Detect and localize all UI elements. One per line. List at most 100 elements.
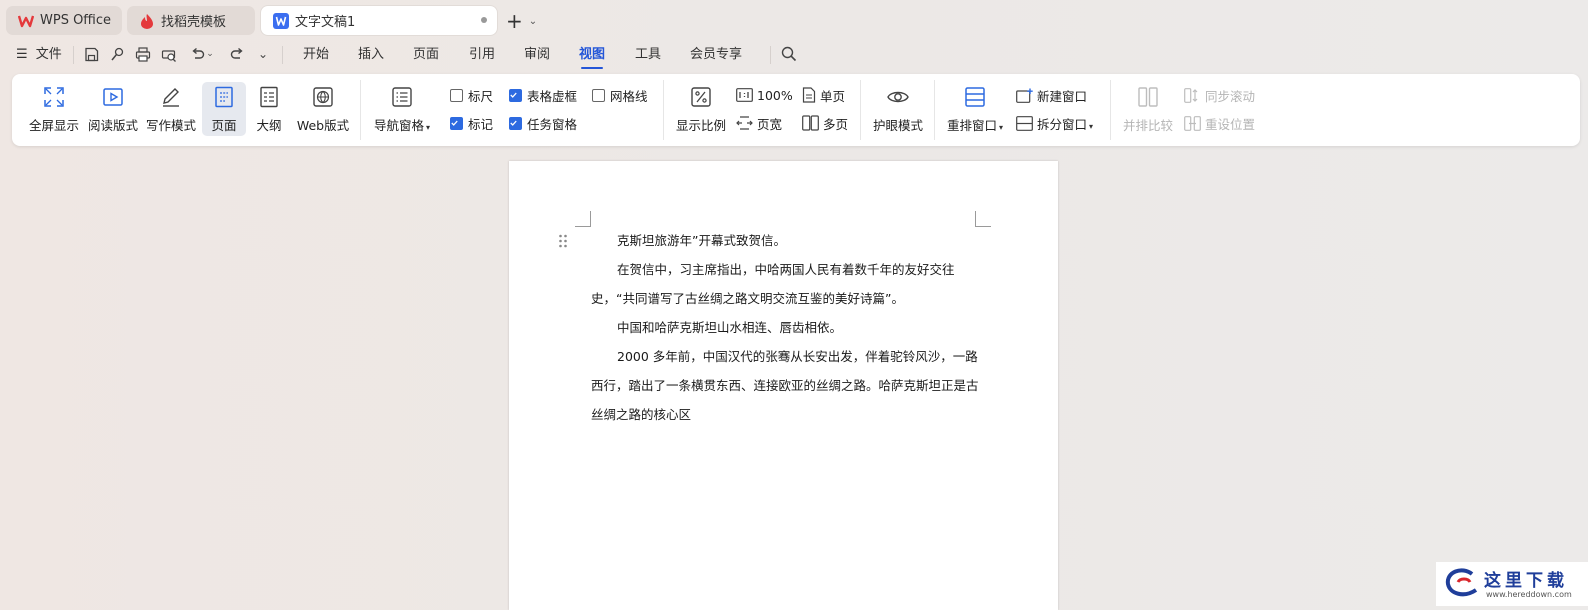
globe-icon — [313, 87, 333, 107]
reading-mode-button[interactable]: 阅读版式 — [86, 82, 140, 136]
zoom-100-button[interactable]: 100% — [736, 84, 793, 106]
ruler-label: 标尺 — [468, 88, 494, 104]
side-by-side-label: 并排比较 — [1122, 118, 1173, 133]
nav-pane-icon — [392, 87, 412, 107]
reset-position-label: 重设位置 — [1205, 116, 1256, 132]
task-pane-checkbox[interactable]: 任务窗格 — [509, 112, 577, 134]
multi-page-label: 多页 — [823, 116, 849, 132]
watermark-logo-icon — [1445, 568, 1478, 597]
split-window-label: 拆分窗口 ▾ — [1037, 116, 1094, 132]
file-menu[interactable]: ☰ 文件 — [16, 46, 62, 64]
menu-item-page[interactable]: 页面 — [413, 46, 439, 64]
redo-icon[interactable] — [228, 45, 246, 63]
save-icon[interactable] — [82, 45, 100, 63]
paragraph[interactable]: 克斯坦旅游年”开幕式致贺信。 — [591, 226, 981, 255]
reading-mode-icon — [103, 88, 123, 106]
divider — [360, 80, 361, 140]
wps-logo-icon — [18, 13, 34, 29]
marks-checkbox[interactable]: 标记 — [450, 112, 493, 134]
sync-scroll-button[interactable]: 同步滚动 — [1184, 84, 1255, 106]
divider — [770, 46, 771, 64]
paragraph[interactable]: 中国和哈萨克斯坦山水相连、唇齿相依。 — [591, 313, 981, 342]
tab-label: WPS Office — [40, 13, 112, 28]
chevron-down-icon[interactable]: ⌄ — [529, 16, 537, 27]
tab-label: 文字文稿1 — [295, 15, 356, 30]
reset-position-icon — [1184, 115, 1201, 131]
fullscreen-icon — [44, 87, 64, 107]
hamburger-icon: ☰ — [16, 47, 28, 62]
menu-item-tools[interactable]: 工具 — [635, 46, 661, 64]
tab-label: 找稻壳模板 — [161, 15, 227, 30]
arrange-windows-button[interactable]: 重排窗口 ▾ — [944, 82, 1006, 136]
writing-mode-button[interactable]: 写作模式 — [144, 82, 198, 136]
zoom-label: 显示比例 — [675, 118, 726, 133]
web-layout-label: Web版式 — [296, 118, 350, 133]
split-window-button[interactable]: 拆分窗口 ▾ — [1016, 112, 1093, 134]
site-watermark: 这里下载 www.hereddown.com — [1436, 562, 1588, 606]
tab-wps-office[interactable]: WPS Office — [6, 6, 122, 35]
fullscreen-button[interactable]: 全屏显示 — [26, 82, 82, 136]
format-painter-icon[interactable] — [108, 45, 126, 63]
paragraph[interactable]: 在贺信中，习主席指出，中哈两国人民有着数千年的友好交往史，“共同谱写了古丝绸之路… — [591, 255, 981, 313]
watermark-text: 这里下载 — [1484, 571, 1568, 591]
new-window-button[interactable]: 新建窗口 — [1016, 84, 1087, 106]
checkbox-checked-icon — [509, 88, 522, 102]
margin-corner-mark — [575, 211, 591, 227]
plus-icon: + — [506, 9, 523, 33]
outline-icon — [260, 86, 278, 108]
docer-icon — [139, 13, 155, 29]
table-grid-checkbox[interactable]: 表格虚框 — [509, 84, 577, 106]
page-width-icon — [736, 116, 753, 130]
unsaved-dot-icon[interactable] — [481, 17, 487, 23]
search-icon[interactable] — [780, 45, 798, 63]
watermark-url: www.hereddown.com — [1486, 590, 1572, 599]
new-window-label: 新建窗口 — [1037, 88, 1088, 104]
web-layout-button[interactable]: Web版式 — [294, 82, 352, 136]
reading-mode-label: 阅读版式 — [87, 118, 138, 133]
paragraph[interactable]: 2000 多年前，中国汉代的张骞从长安出发，伴着驼铃风沙，一路西行，踏出了一条横… — [591, 342, 981, 429]
side-by-side-button[interactable]: 并排比较 — [1120, 82, 1176, 136]
eye-care-label: 护眼模式 — [872, 118, 923, 133]
nav-pane-button[interactable]: 导航窗格 ▾ — [370, 82, 434, 136]
table-grid-label: 表格虚框 — [527, 88, 578, 104]
eye-care-button[interactable]: 护眼模式 — [870, 82, 926, 136]
menu-item-view[interactable]: 视图 — [579, 46, 605, 69]
document-page[interactable]: 克斯坦旅游年”开幕式致贺信。 在贺信中，习主席指出，中哈两国人民有着数千年的友好… — [509, 161, 1058, 610]
divider — [860, 80, 861, 140]
marks-label: 标记 — [468, 116, 494, 132]
menu-item-start[interactable]: 开始 — [303, 46, 329, 64]
checkbox-checked-icon — [509, 116, 522, 130]
menu-item-references[interactable]: 引用 — [469, 46, 495, 64]
menu-item-insert[interactable]: 插入 — [358, 46, 384, 64]
ruler-checkbox[interactable]: 标尺 — [450, 84, 493, 106]
page-width-button[interactable]: 页宽 — [736, 112, 782, 134]
new-tab-button[interactable]: + ⌄ — [506, 9, 546, 33]
menu-item-membership[interactable]: 会员专享 — [690, 46, 742, 64]
page-width-label: 页宽 — [757, 116, 783, 132]
single-page-button[interactable]: 单页 — [802, 84, 845, 106]
sync-scroll-label: 同步滚动 — [1205, 88, 1256, 104]
more-chevron-icon[interactable]: ⌄ — [254, 45, 272, 63]
gridlines-checkbox[interactable]: 网格线 — [592, 84, 648, 106]
page-view-button[interactable]: 页面 — [202, 82, 246, 136]
pen-icon — [163, 88, 179, 107]
divider — [282, 46, 283, 64]
menu-item-review[interactable]: 审阅 — [524, 46, 550, 64]
zoom-button[interactable]: 显示比例 — [672, 82, 730, 136]
outline-button[interactable]: 大纲 — [250, 82, 288, 136]
single-page-icon — [802, 87, 816, 103]
drag-handle-icon[interactable] — [558, 233, 568, 249]
multi-page-button[interactable]: 多页 — [802, 112, 848, 134]
arrange-windows-label: 重排窗口 ▾ — [946, 118, 1004, 133]
chevron-down-icon[interactable]: ⌄ — [204, 45, 216, 63]
print-preview-icon[interactable] — [160, 45, 178, 63]
tab-docer-templates[interactable]: 找稻壳模板 — [127, 6, 255, 35]
zoom-100-label: 100% — [757, 87, 793, 103]
reset-position-button[interactable]: 重设位置 — [1184, 112, 1255, 134]
divider — [934, 80, 935, 140]
checkbox-unchecked-icon — [592, 88, 605, 102]
zoom-percent-icon — [691, 87, 711, 107]
print-icon[interactable] — [134, 45, 152, 63]
tab-document-1[interactable]: 文字文稿1 — [261, 6, 497, 35]
split-window-icon — [1016, 115, 1033, 131]
